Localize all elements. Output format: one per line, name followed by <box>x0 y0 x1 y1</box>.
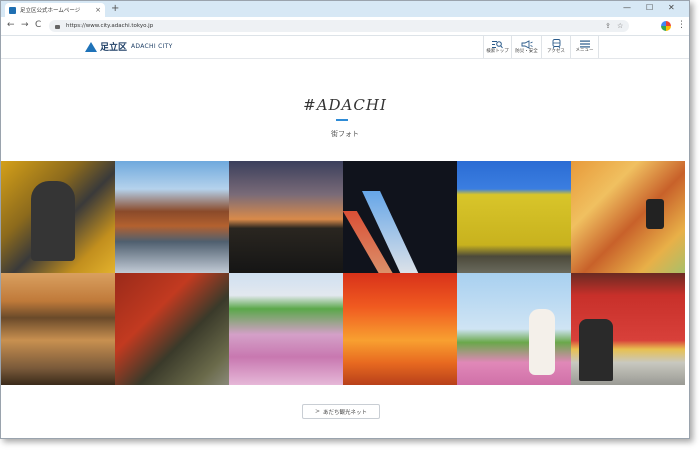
bookmark-star-icon[interactable]: ☆ <box>617 22 623 30</box>
sunset-bridge-photo[interactable] <box>229 161 343 273</box>
nav-label-safety: 防災・安全 <box>515 48 538 54</box>
favicon-icon <box>9 6 16 14</box>
maximize-icon[interactable]: ☐ <box>646 3 653 13</box>
site-logo[interactable]: 足立区 ADACHI CITY <box>85 40 173 53</box>
browser-toolbar: ← → C https://www.city.adachi.tokyo.jp ⇪… <box>1 17 689 36</box>
nav-label-search: 検索トップ <box>486 48 509 54</box>
cta-label: あだち観光ネット <box>323 409 368 416</box>
megaphone-icon <box>521 39 533 49</box>
red-maple-garden-photo[interactable] <box>115 273 229 385</box>
reload-icon[interactable]: C <box>35 20 41 31</box>
red-train-children-photo[interactable] <box>571 273 685 385</box>
cosmos-field-photographer-photo[interactable] <box>229 273 343 385</box>
share-icon[interactable]: ⇪ <box>605 22 611 30</box>
back-icon[interactable]: ← <box>7 20 15 31</box>
heading-accent-line <box>336 119 348 121</box>
logo-text-en: ADACHI CITY <box>131 43 173 50</box>
logo-mark-icon <box>85 41 97 52</box>
red-autumn-path-photo[interactable] <box>343 273 457 385</box>
main-content: #ADACHI 街フォト > あだち観光ネット <box>1 59 689 438</box>
nav-label-access: アクセス <box>547 49 565 54</box>
sunset-pond-ducks-photo[interactable] <box>1 273 115 385</box>
extension-icon[interactable] <box>661 21 671 31</box>
search-icon <box>492 40 503 48</box>
nav-menu[interactable]: メニュー <box>570 36 599 58</box>
logo-text-jp: 足立区 <box>100 43 128 53</box>
chevron-right-icon: > <box>314 408 320 415</box>
train-icon <box>552 39 560 49</box>
photo-grid <box>1 161 685 385</box>
nav-search-top[interactable]: 検索トップ <box>483 36 511 58</box>
browser-menu-icon[interactable]: ⋮ <box>677 20 686 30</box>
nav-disaster-safety[interactable]: 防災・安全 <box>511 36 541 58</box>
ginkgo-trees-photo[interactable] <box>457 161 571 273</box>
lake-trees-reflection-photo[interactable] <box>115 161 229 273</box>
forward-icon[interactable]: → <box>21 20 29 31</box>
adachi-tourism-link-button[interactable]: > あだち観光ネット <box>302 404 380 419</box>
site-header: 足立区 ADACHI CITY 検索トップ 防災・安全 アクセス メニュー <box>1 36 689 59</box>
address-bar[interactable]: https://www.city.adachi.tokyo.jp ⇪ ☆ <box>49 20 629 32</box>
section-heading: #ADACHI <box>303 96 387 114</box>
url-text: https://www.city.adachi.tokyo.jp <box>66 23 154 29</box>
hamburger-icon <box>579 40 590 48</box>
kimono-girl-cosmos-photo[interactable] <box>457 273 571 385</box>
new-tab-button[interactable]: + <box>111 3 119 15</box>
minimize-icon[interactable]: — <box>623 3 631 13</box>
nav-access[interactable]: アクセス <box>541 36 570 58</box>
section-subheading: 街フォト <box>331 130 359 138</box>
tab-strip: 足立区公式ホームページ × + — ☐ ✕ <box>1 1 689 17</box>
autumn-lantern-photo[interactable] <box>571 161 685 273</box>
close-window-icon[interactable]: ✕ <box>668 3 675 13</box>
tab-close-icon[interactable]: × <box>95 6 101 14</box>
nav-label-menu: メニュー <box>575 48 594 53</box>
night-traffic-photo[interactable] <box>343 161 457 273</box>
tab-title: 足立区公式ホームページ <box>20 8 81 14</box>
browser-window: 足立区公式ホームページ × + — ☐ ✕ ← → C https://www.… <box>0 0 690 439</box>
komainu-autumn-photo[interactable] <box>1 161 115 273</box>
lock-icon <box>55 25 60 29</box>
browser-tab[interactable]: 足立区公式ホームページ × <box>5 3 105 17</box>
